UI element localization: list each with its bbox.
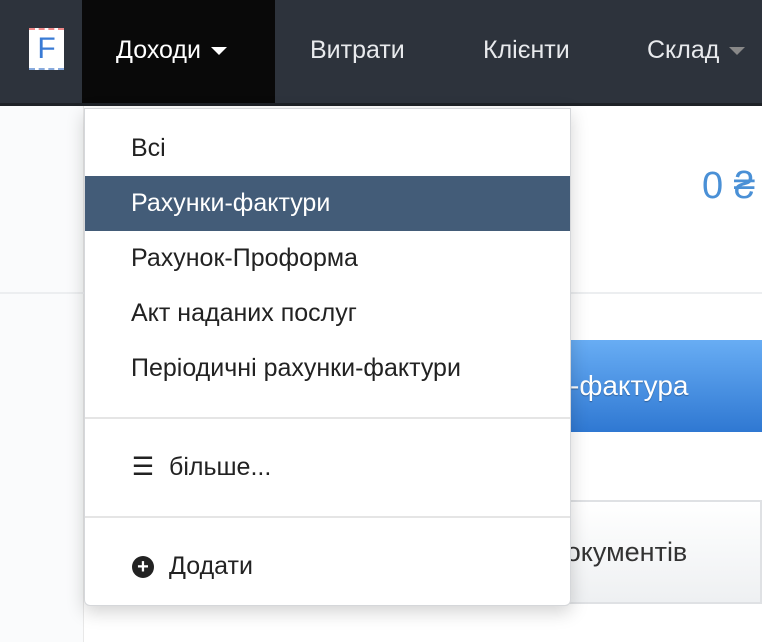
nav-income-label: Доходи	[116, 36, 201, 64]
nav-warehouse[interactable]: Склад	[647, 0, 746, 103]
menu-divider	[85, 417, 570, 419]
list-icon: ☰	[131, 453, 155, 481]
nav-warehouse-label: Склад	[647, 36, 720, 64]
plus-circle-icon: +	[131, 539, 155, 594]
add-label: Додати	[169, 552, 253, 580]
menu-item-more[interactable]: ☰ більше...	[85, 440, 570, 495]
menu-item-invoices[interactable]: Рахунки-фактури	[85, 176, 570, 231]
income-dropdown-menu: Всі Рахунки-фактури Рахунок-Проформа Акт…	[84, 108, 571, 606]
more-label: більше...	[169, 453, 272, 481]
menu-item-acts[interactable]: Акт наданих послуг	[85, 286, 570, 341]
menu-item-all[interactable]: Всі	[85, 121, 570, 176]
nav-expenses[interactable]: Витрати	[310, 0, 405, 103]
nav-income[interactable]: Доходи	[82, 0, 275, 103]
top-navbar: F Доходи Витрати Клієнти Склад	[0, 0, 762, 106]
menu-item-add[interactable]: + Додати	[85, 539, 570, 594]
balance-amount: 0 ₴	[702, 165, 755, 207]
nav-clients[interactable]: Клієнти	[483, 0, 570, 103]
caret-down-icon	[210, 47, 227, 56]
app-logo[interactable]: F	[29, 28, 64, 70]
menu-divider	[85, 516, 570, 518]
left-column	[0, 106, 84, 642]
caret-down-icon	[729, 47, 746, 56]
menu-item-recurring[interactable]: Періодичні рахунки-фактури	[85, 341, 570, 396]
menu-item-proforma[interactable]: Рахунок-Проформа	[85, 231, 570, 286]
